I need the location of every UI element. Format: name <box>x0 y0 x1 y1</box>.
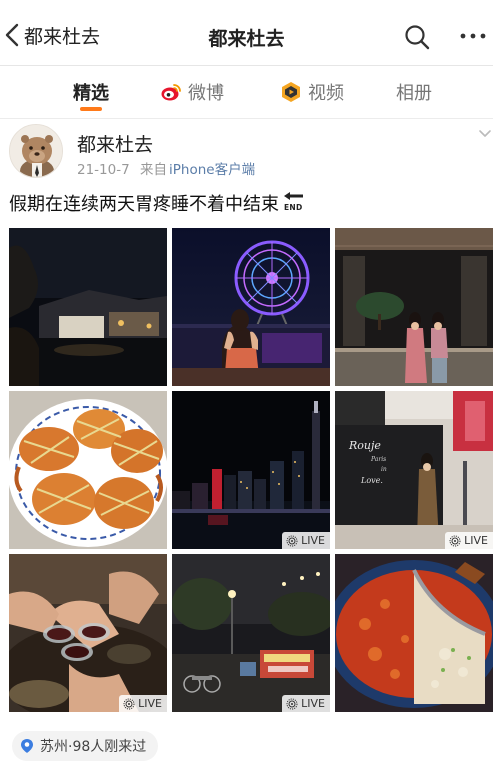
live-badge: LIVE <box>282 532 330 549</box>
live-badge: LIVE <box>445 532 493 549</box>
photo-two-women-lobby[interactable] <box>335 228 493 386</box>
svg-text:Rouje: Rouje <box>348 439 381 452</box>
back-label: 都来杜去 <box>24 25 101 48</box>
more-options-icon[interactable] <box>458 26 488 46</box>
tab-label: 视频 <box>308 83 344 104</box>
avatar[interactable] <box>9 124 63 178</box>
chevron-down-icon[interactable] <box>478 128 492 140</box>
video-icon <box>282 82 300 102</box>
skyline-image <box>172 391 330 549</box>
tab-video[interactable]: 视频 <box>280 78 344 106</box>
night-garden-image <box>9 228 167 386</box>
post-date: 21-10-7 <box>77 162 130 178</box>
post-meta: 21-10-7 来自 iPhone客户端 <box>77 158 255 178</box>
tab-weibo[interactable]: 微博 <box>160 78 224 106</box>
tab-album[interactable]: 相册 <box>396 78 432 106</box>
photo-rouje-store[interactable]: Rouje Paris in Love. LIVE <box>335 391 493 549</box>
active-tab-indicator <box>80 107 102 111</box>
post-text: 假期在连续两天胃疼睡不着中结束 <box>9 194 279 215</box>
post-source-link[interactable]: iPhone客户端 <box>169 162 255 178</box>
end-label: END <box>284 203 303 212</box>
tab-featured[interactable]: 精选 <box>73 78 109 106</box>
live-photo-icon <box>123 698 135 709</box>
photo-night-garden[interactable] <box>9 228 167 386</box>
live-label: LIVE <box>301 534 325 547</box>
svg-text:Paris: Paris <box>370 456 386 463</box>
photo-crabs-plate[interactable] <box>9 391 167 549</box>
end-icon: END <box>283 191 305 215</box>
live-badge: LIVE <box>282 695 330 712</box>
photo-hotpot[interactable] <box>335 554 493 712</box>
photo-toast-cups[interactable]: LIVE <box>9 554 167 712</box>
live-label: LIVE <box>301 697 325 710</box>
live-badge: LIVE <box>119 695 167 712</box>
ferris-wheel-image <box>172 228 330 386</box>
back-arrow-icon <box>5 23 19 47</box>
back-button[interactable]: 都来杜去 <box>4 20 104 50</box>
location-label: 苏州·98人刚来过 <box>40 739 147 755</box>
tab-label: 精选 <box>73 83 109 104</box>
crabs-image <box>9 391 167 549</box>
photo-night-street[interactable]: LIVE <box>172 554 330 712</box>
live-label: LIVE <box>138 697 162 710</box>
store-image: Rouje Paris in Love. <box>335 391 493 549</box>
live-photo-icon <box>449 535 461 546</box>
tabs-divider <box>0 118 493 119</box>
location-pin-icon <box>21 739 33 753</box>
photo-city-skyline[interactable]: LIVE <box>172 391 330 549</box>
location-tag[interactable]: 苏州·98人刚来过 <box>12 731 159 761</box>
tab-label: 相册 <box>396 83 432 104</box>
live-photo-icon <box>286 698 298 709</box>
live-label: LIVE <box>464 534 488 547</box>
photo-ferris-wheel[interactable] <box>172 228 330 386</box>
avatar-image <box>10 125 62 177</box>
lobby-image <box>335 228 493 386</box>
toast-image <box>9 554 167 712</box>
street-image <box>172 554 330 712</box>
post-source-prefix: 来自 <box>140 162 167 178</box>
profile-tabs: 精选 微博 视频 相册 <box>0 66 493 118</box>
post-author[interactable]: 都来杜去 <box>77 130 153 157</box>
post-body: 假期在连续两天胃疼睡不着中结束 END <box>9 190 305 216</box>
svg-text:Love.: Love. <box>360 476 383 485</box>
hotpot-image <box>335 554 493 712</box>
photo-grid: LIVE Rouje Paris in Love. LIVE LIVE LIVE <box>9 228 493 714</box>
svg-text:in: in <box>381 466 387 473</box>
live-photo-icon <box>286 535 298 546</box>
top-nav-bar: 都来杜去 都来杜去 <box>0 0 493 66</box>
search-icon[interactable] <box>404 24 430 50</box>
weibo-icon <box>161 84 181 101</box>
tab-label: 微博 <box>188 83 224 104</box>
